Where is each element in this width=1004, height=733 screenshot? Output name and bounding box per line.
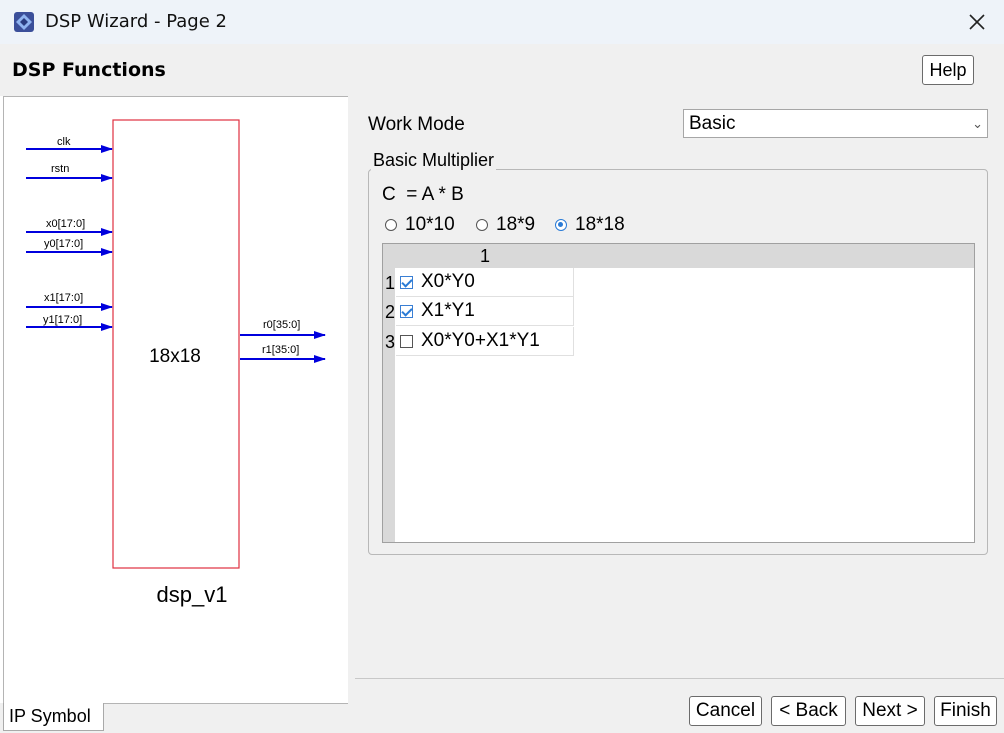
close-button[interactable] (958, 6, 996, 38)
cell-label: X0*Y0 (421, 271, 475, 292)
radio-label: 18*18 (575, 214, 625, 235)
table-row[interactable]: X1*Y1 (396, 297, 574, 326)
dsp-wizard-icon (13, 11, 35, 33)
formula-text: C = A * B (382, 184, 464, 205)
pin-label-x1: x1[17:0] (44, 292, 83, 304)
group-legend: Basic Multiplier (371, 150, 497, 171)
instance-name: dsp_v1 (157, 582, 228, 607)
cell-label: X1*Y1 (421, 300, 475, 321)
table-row[interactable]: X0*Y0+X1*Y1 (396, 327, 574, 356)
pin-label-r1: r1[35:0] (262, 344, 299, 356)
work-mode-value: Basic (689, 112, 736, 134)
next-button[interactable]: Next > (855, 696, 925, 726)
chevron-down-icon: ⌄ (972, 116, 983, 131)
table-column-header (383, 244, 974, 268)
dsp-block (112, 119, 240, 569)
pin-label-rstn: rstn (51, 163, 69, 175)
table-row[interactable]: X0*Y0 (396, 268, 574, 297)
pin-label-clk: clk (57, 136, 71, 148)
close-icon (969, 14, 985, 30)
row-number: 2 (384, 302, 395, 322)
cancel-button[interactable]: Cancel (689, 696, 762, 726)
column-header-label: 1 (480, 246, 491, 266)
tab-ip-symbol[interactable]: IP Symbol (3, 703, 104, 731)
back-button[interactable]: < Back (771, 696, 846, 726)
block-label: 18x18 (149, 346, 201, 367)
work-mode-label: Work Mode (368, 114, 465, 135)
cell-label: X0*Y0+X1*Y1 (421, 330, 540, 351)
radio-label: 10*10 (405, 214, 455, 235)
radio-label: 18*9 (496, 214, 536, 235)
pin-label-y1: y1[17:0] (43, 314, 82, 326)
output-pins: r0[35:0] r1[35:0] (240, 319, 326, 363)
radio-indicator (385, 219, 397, 231)
row-number: 1 (384, 273, 395, 293)
radio-18x18[interactable]: 18*18 (555, 214, 625, 236)
radio-indicator-selected (555, 219, 567, 231)
pin-label-r0: r0[35:0] (263, 319, 300, 331)
footer-divider (355, 678, 1004, 679)
radio-10x10[interactable]: 10*10 (385, 214, 455, 236)
checkbox-x0y0-plus-x1y1[interactable] (400, 334, 413, 348)
window-title: DSP Wizard - Page 2 (45, 11, 227, 32)
checkbox-x0y0[interactable] (400, 275, 413, 289)
work-mode-select[interactable]: Basic ⌄ (683, 109, 988, 138)
radio-indicator (476, 219, 488, 231)
page-title: DSP Functions (12, 59, 166, 81)
finish-button[interactable]: Finish (934, 696, 997, 726)
checkbox-x1y1[interactable] (400, 304, 413, 318)
pin-label-x0: x0[17:0] (46, 218, 85, 230)
pin-label-y0: y0[17:0] (44, 238, 83, 250)
row-number: 3 (384, 332, 395, 352)
help-button[interactable]: Help (922, 55, 974, 85)
ip-symbol-diagram: clk rstn x0[17:0] y0[17:0] x1[17:0] y1[1… (26, 119, 326, 607)
input-pins: clk rstn x0[17:0] y0[17:0] x1[17:0] y1[1… (26, 136, 113, 331)
radio-18x9[interactable]: 18*9 (476, 214, 535, 236)
